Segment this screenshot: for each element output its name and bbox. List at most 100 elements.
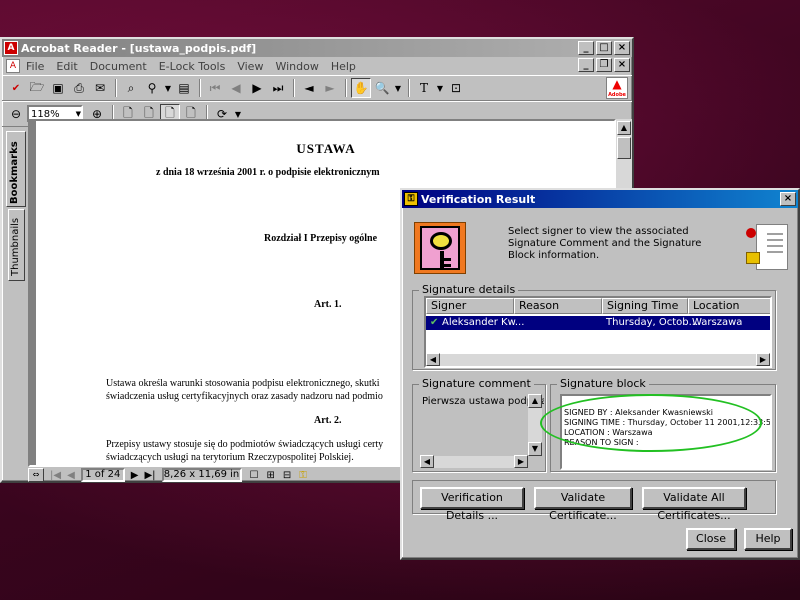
key-icon[interactable]: ⚿: [299, 470, 307, 481]
menu-help[interactable]: Help: [325, 60, 362, 73]
first-page-icon[interactable]: ⏮: [205, 78, 225, 98]
split-view-icon[interactable]: ⇔: [28, 468, 44, 482]
continuous-icon[interactable]: ⊞: [267, 470, 275, 481]
dialog-titlebar[interactable]: ⚿ Verification Result ×: [402, 190, 798, 208]
doc-art1: Art. 1.: [314, 299, 342, 310]
key-logo-icon: [414, 222, 466, 274]
tab-bookmarks[interactable]: Bookmarks: [6, 131, 26, 207]
validate-certificate-button[interactable]: Validate Certificate...: [534, 487, 632, 522]
facing-icon[interactable]: ⊟: [283, 470, 291, 481]
status-next-page-icon[interactable]: ▶: [131, 470, 139, 481]
table-row[interactable]: ✔ Aleksander Kw... Thursday, Octob... Wa…: [426, 316, 770, 330]
menu-view[interactable]: View: [231, 60, 269, 73]
scroll-right-icon[interactable]: ▶: [756, 353, 770, 366]
status-prev-page-icon[interactable]: ◀: [67, 470, 75, 481]
dialog-app-icon: ⚿: [404, 192, 418, 206]
adobe-logo[interactable]: ▲ Adobe: [606, 77, 628, 99]
horizontal-scrollbar[interactable]: ◀ ▶: [426, 353, 770, 366]
find-icon[interactable]: ⌕: [121, 78, 141, 98]
tab-thumbnails[interactable]: Thumbnails: [8, 209, 25, 281]
doc-paragraph-2-line-1: Przepisy ustawy stosuje się do podmiotów…: [106, 439, 384, 450]
hand-tool-icon[interactable]: ✋: [351, 78, 371, 98]
print-icon[interactable]: ⎙: [69, 78, 89, 98]
column-header-reason[interactable]: Reason: [514, 298, 602, 314]
column-header-signing-time[interactable]: Signing Time: [602, 298, 688, 314]
acrobat-window-title: Acrobat Reader - [ustawa_podpis.pdf]: [21, 41, 257, 55]
dialog-title: Verification Result: [421, 192, 536, 206]
save-icon[interactable]: ▣: [48, 78, 68, 98]
status-first-page-icon[interactable]: |◀: [50, 470, 61, 481]
verification-details-button[interactable]: Verification Details ...: [420, 487, 524, 522]
comment-scroll-left-icon[interactable]: ◀: [420, 455, 434, 468]
acrobat-menubar: A File Edit Document E-Lock Tools View W…: [2, 57, 632, 75]
zoom-tool-icon[interactable]: 🔍: [372, 78, 392, 98]
verification-dialog: ⚿ Verification Result × Select signer to…: [400, 188, 800, 560]
validate-all-certificates-button[interactable]: Validate All Certificates...: [642, 487, 746, 522]
column-header-location[interactable]: Location: [688, 298, 770, 314]
search-icon[interactable]: ⚲: [142, 78, 162, 98]
doc-paragraph-2-line-2: świadczących usługi na terytorium Rzeczy…: [106, 452, 354, 463]
go-back-icon[interactable]: ◄: [299, 78, 319, 98]
doc-chapter: Rozdział I Przepisy ogólne: [264, 233, 378, 244]
minimize-button[interactable]: _: [578, 41, 594, 55]
menu-elock-tools[interactable]: E-Lock Tools: [153, 60, 232, 73]
signature-details-label: Signature details: [419, 283, 519, 296]
sign-icon[interactable]: ✔: [6, 78, 26, 98]
side-tabs: Bookmarks Thumbnails: [6, 127, 26, 461]
zoom-dropdown-icon[interactable]: ▼: [76, 110, 81, 118]
adobe-brand: Adobe: [608, 92, 626, 98]
doc-close-button[interactable]: ×: [614, 58, 630, 72]
column-header-signer[interactable]: Signer: [426, 298, 514, 314]
acrobat-app-icon[interactable]: A: [4, 41, 18, 55]
signature-block-label: Signature block: [557, 377, 649, 390]
previous-page-icon[interactable]: ◀: [226, 78, 246, 98]
main-toolbar: ✔ 🗁 ▣ ⎙ ✉ ⌕ ⚲ ▼ ▤ ⏮ ◀ ▶ ⏭ ◄ ► ✋ 🔍 ▼ T ▼ …: [2, 75, 632, 101]
email-icon[interactable]: ✉: [90, 78, 110, 98]
navigation-pane-icon[interactable]: ▤: [174, 78, 194, 98]
dropdown-arrow-icon[interactable]: ▼: [163, 78, 173, 98]
row-location: Warszawa: [692, 317, 743, 328]
status-last-page-icon[interactable]: ▶|: [144, 470, 155, 481]
text-select-icon[interactable]: T: [414, 78, 434, 98]
comment-scroll-right-icon[interactable]: ▶: [514, 455, 528, 468]
signature-valid-icon: ✔: [430, 317, 439, 328]
doc-minimize-button[interactable]: _: [578, 58, 594, 72]
help-button[interactable]: Help: [744, 528, 792, 550]
row-signer: Aleksander Kw...: [442, 317, 525, 328]
single-page-icon[interactable]: ☐: [250, 470, 259, 481]
document-icon[interactable]: A: [6, 59, 20, 73]
scroll-left-icon[interactable]: ◀: [426, 353, 440, 366]
text-select-dropdown-icon[interactable]: ▼: [435, 78, 445, 98]
go-forward-icon[interactable]: ►: [320, 78, 340, 98]
page-indicator[interactable]: 1 of 24: [80, 468, 125, 482]
menu-window[interactable]: Window: [269, 60, 324, 73]
graphics-select-icon[interactable]: ⊡: [446, 78, 466, 98]
dialog-close-icon[interactable]: ×: [780, 192, 796, 206]
comment-hscroll[interactable]: ◀ ▶: [420, 455, 528, 468]
doc-restore-button[interactable]: ❐: [596, 58, 612, 72]
zoom-dropdown-arrow-icon[interactable]: ▼: [393, 78, 403, 98]
maximize-button[interactable]: □: [596, 41, 612, 55]
menu-file[interactable]: File: [20, 60, 50, 73]
doc-subtitle: z dnia 18 września 2001 r. o podpisie el…: [156, 167, 380, 178]
scroll-thumb[interactable]: [617, 137, 631, 159]
doc-title: USTAWA: [296, 141, 356, 156]
signature-comment-box[interactable]: Pierwsza ustawa podpisana ▲ ▼ ◀ ▶: [420, 394, 544, 470]
comment-scroll-down-icon[interactable]: ▼: [528, 442, 542, 456]
open-folder-icon[interactable]: 🗁: [27, 78, 47, 98]
signed-document-icon: [746, 222, 792, 272]
close-button[interactable]: Close: [686, 528, 736, 550]
scroll-up-icon[interactable]: ▲: [617, 121, 631, 135]
signer-table: Signer Reason Signing Time Location ✔ Al…: [424, 296, 772, 368]
menu-document[interactable]: Document: [84, 60, 153, 73]
next-page-icon[interactable]: ▶: [247, 78, 267, 98]
tab-bookmarks-label: Bookmarks: [9, 141, 20, 204]
close-window-button[interactable]: ×: [614, 41, 630, 55]
zoom-out-icon[interactable]: ⊖: [6, 104, 26, 124]
tab-thumbnails-label: Thumbnails: [10, 217, 21, 276]
acrobat-titlebar[interactable]: A Acrobat Reader - [ustawa_podpis.pdf] _…: [2, 39, 632, 57]
menu-edit[interactable]: Edit: [50, 60, 83, 73]
doc-art2: Art. 2.: [314, 415, 342, 426]
last-page-icon[interactable]: ⏭: [268, 78, 288, 98]
comment-scroll-up-icon[interactable]: ▲: [528, 394, 542, 408]
